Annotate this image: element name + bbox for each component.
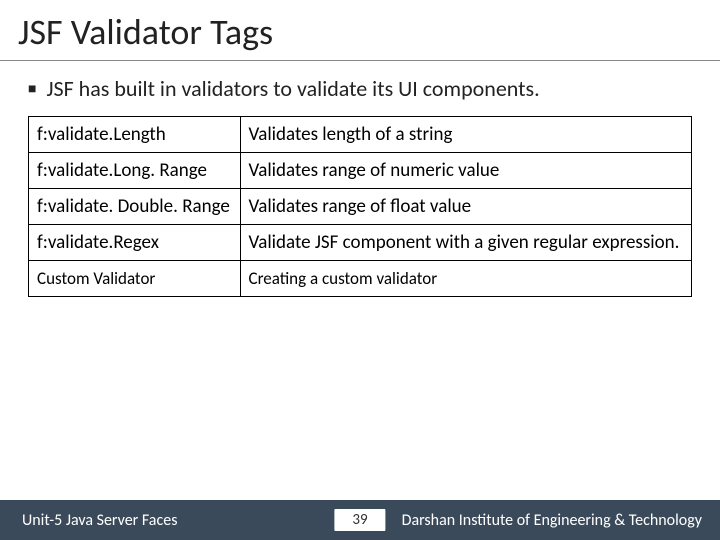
footer-page-number: 39: [334, 509, 385, 531]
table-row: f:validate.Long. Range Validates range o…: [29, 153, 692, 189]
cell-tag: f:validate.Length: [29, 117, 241, 153]
cell-tag: f:validate.Long. Range: [29, 153, 241, 189]
footer-unit: Unit-5 Java Server Faces: [0, 511, 177, 530]
footer-bar: Unit-5 Java Server Faces 39 Darshan Inst…: [0, 500, 720, 540]
slide-title: JSF Validator Tags: [0, 0, 720, 61]
bullet-icon: ■: [28, 80, 36, 97]
cell-desc: Creating a custom validator: [240, 261, 692, 297]
cell-tag: f:validate.Regex: [29, 225, 241, 261]
slide: JSF Validator Tags ■ JSF has built in va…: [0, 0, 720, 540]
cell-tag: f:validate. Double. Range: [29, 189, 241, 225]
validator-table: f:validate.Length Validates length of a …: [28, 116, 692, 297]
cell-desc: Validate JSF component with a given regu…: [240, 225, 692, 261]
table-row: f:validate. Double. Range Validates rang…: [29, 189, 692, 225]
cell-desc: Validates range of numeric value: [240, 153, 692, 189]
table-row: f:validate.Regex Validate JSF component …: [29, 225, 692, 261]
cell-desc: Validates range of float value: [240, 189, 692, 225]
bullet-text: JSF has built in validators to validate …: [46, 75, 539, 102]
slide-content: ■ JSF has built in validators to validat…: [0, 61, 720, 540]
bullet-item: ■ JSF has built in validators to validat…: [28, 75, 692, 102]
cell-desc: Validates length of a string: [240, 117, 692, 153]
table-row: f:validate.Length Validates length of a …: [29, 117, 692, 153]
cell-tag: Custom Validator: [29, 261, 241, 297]
footer-institute: Darshan Institute of Engineering & Techn…: [402, 511, 720, 530]
table-row: Custom Validator Creating a custom valid…: [29, 261, 692, 297]
